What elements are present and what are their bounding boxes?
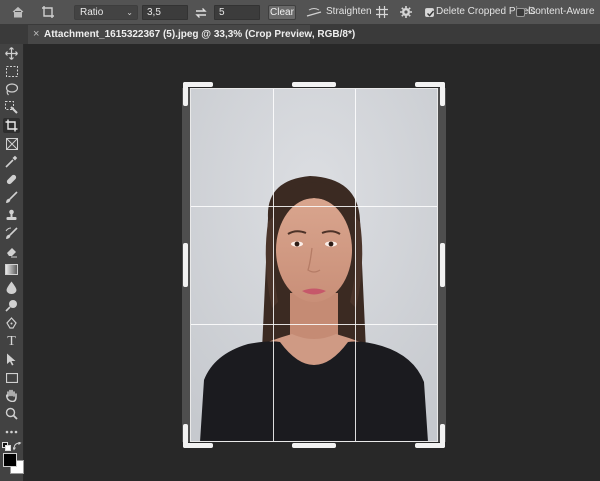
pen-icon[interactable] [3, 316, 20, 331]
chevron-down-icon: ⌄ [126, 8, 133, 17]
document-tab-bar: × Attachment_1615322367 (5).jpeg @ 33,3%… [0, 25, 600, 45]
clone-stamp-icon[interactable] [3, 208, 20, 223]
crop-grid-line [191, 324, 437, 325]
healing-brush-icon[interactable] [3, 172, 20, 187]
clear-button-label: Clear [270, 7, 294, 18]
crop-grid-line [273, 89, 274, 441]
quick-selection-icon[interactable] [3, 100, 20, 115]
path-selection-icon[interactable] [3, 352, 20, 367]
grid-overlay-icon[interactable] [374, 4, 390, 20]
swap-arrows-icon[interactable] [193, 5, 209, 21]
home-icon[interactable] [10, 4, 26, 20]
blur-icon[interactable] [3, 280, 20, 295]
type-icon[interactable]: T [3, 334, 20, 349]
rectangle-icon[interactable] [3, 370, 20, 385]
crop-handle-right[interactable] [440, 243, 445, 287]
move-icon[interactable] [3, 46, 20, 61]
options-bar: Ratio ⌄ 3,5 5 Clear Straighten Delete Cr… [0, 0, 600, 25]
history-brush-icon[interactable] [3, 226, 20, 241]
gradient-icon[interactable] [3, 262, 20, 277]
content-aware-checkbox[interactable] [516, 8, 525, 17]
dodge-icon[interactable] [3, 298, 20, 313]
delete-cropped-pixels-checkbox[interactable] [425, 8, 435, 17]
clear-button[interactable]: Clear [268, 5, 296, 20]
content-aware-label: Content-Aware [528, 6, 595, 17]
crop-handle-bottom-left[interactable] [183, 424, 188, 448]
crop-handle-top[interactable] [292, 82, 336, 87]
document-tab[interactable]: × Attachment_1615322367 (5).jpeg @ 33,3%… [28, 25, 355, 44]
crop-handle-top-left[interactable] [183, 82, 188, 106]
foreground-color-swatch[interactable] [3, 453, 17, 467]
frame-icon[interactable] [3, 136, 20, 151]
eyedropper-icon[interactable] [3, 154, 20, 169]
crop-grid-line [355, 89, 356, 441]
crop-grid-line [191, 206, 437, 207]
gear-icon[interactable] [398, 4, 414, 20]
crop-handle-left[interactable] [183, 243, 188, 287]
crop-tool-preset-icon[interactable] [40, 4, 56, 20]
swap-colors-icon[interactable] [12, 441, 22, 451]
crop-width-value: 3,5 [147, 7, 161, 18]
crop-height-value: 5 [219, 7, 225, 18]
crop-grid-overlay[interactable] [190, 88, 438, 442]
crop-handle-bottom[interactable] [292, 443, 336, 448]
lasso-icon[interactable] [3, 82, 20, 97]
crop-handle-top-right[interactable] [440, 82, 445, 106]
ratio-select[interactable]: Ratio ⌄ [74, 5, 138, 20]
more-tools-icon[interactable] [3, 424, 20, 439]
crop-icon[interactable] [3, 118, 20, 133]
crop-handle-bottom-right[interactable] [440, 424, 445, 448]
crop-width-field[interactable]: 3,5 [142, 5, 188, 20]
straighten-label[interactable]: Straighten [326, 6, 372, 17]
hand-icon[interactable] [3, 388, 20, 403]
straighten-icon[interactable] [306, 5, 322, 21]
marquee-icon[interactable] [3, 64, 20, 79]
brush-icon[interactable] [3, 190, 20, 205]
default-colors-icon[interactable] [2, 442, 11, 451]
zoom-icon[interactable] [3, 406, 20, 421]
eraser-icon[interactable] [3, 244, 20, 259]
crop-height-field[interactable]: 5 [214, 5, 260, 20]
type-tool-glyph: T [7, 333, 16, 349]
close-icon[interactable]: × [33, 28, 39, 40]
ratio-select-value: Ratio [80, 7, 104, 18]
document-tab-title: Attachment_1615322367 (5).jpeg @ 33,3% (… [44, 29, 356, 40]
tools-panel: T [0, 44, 24, 481]
